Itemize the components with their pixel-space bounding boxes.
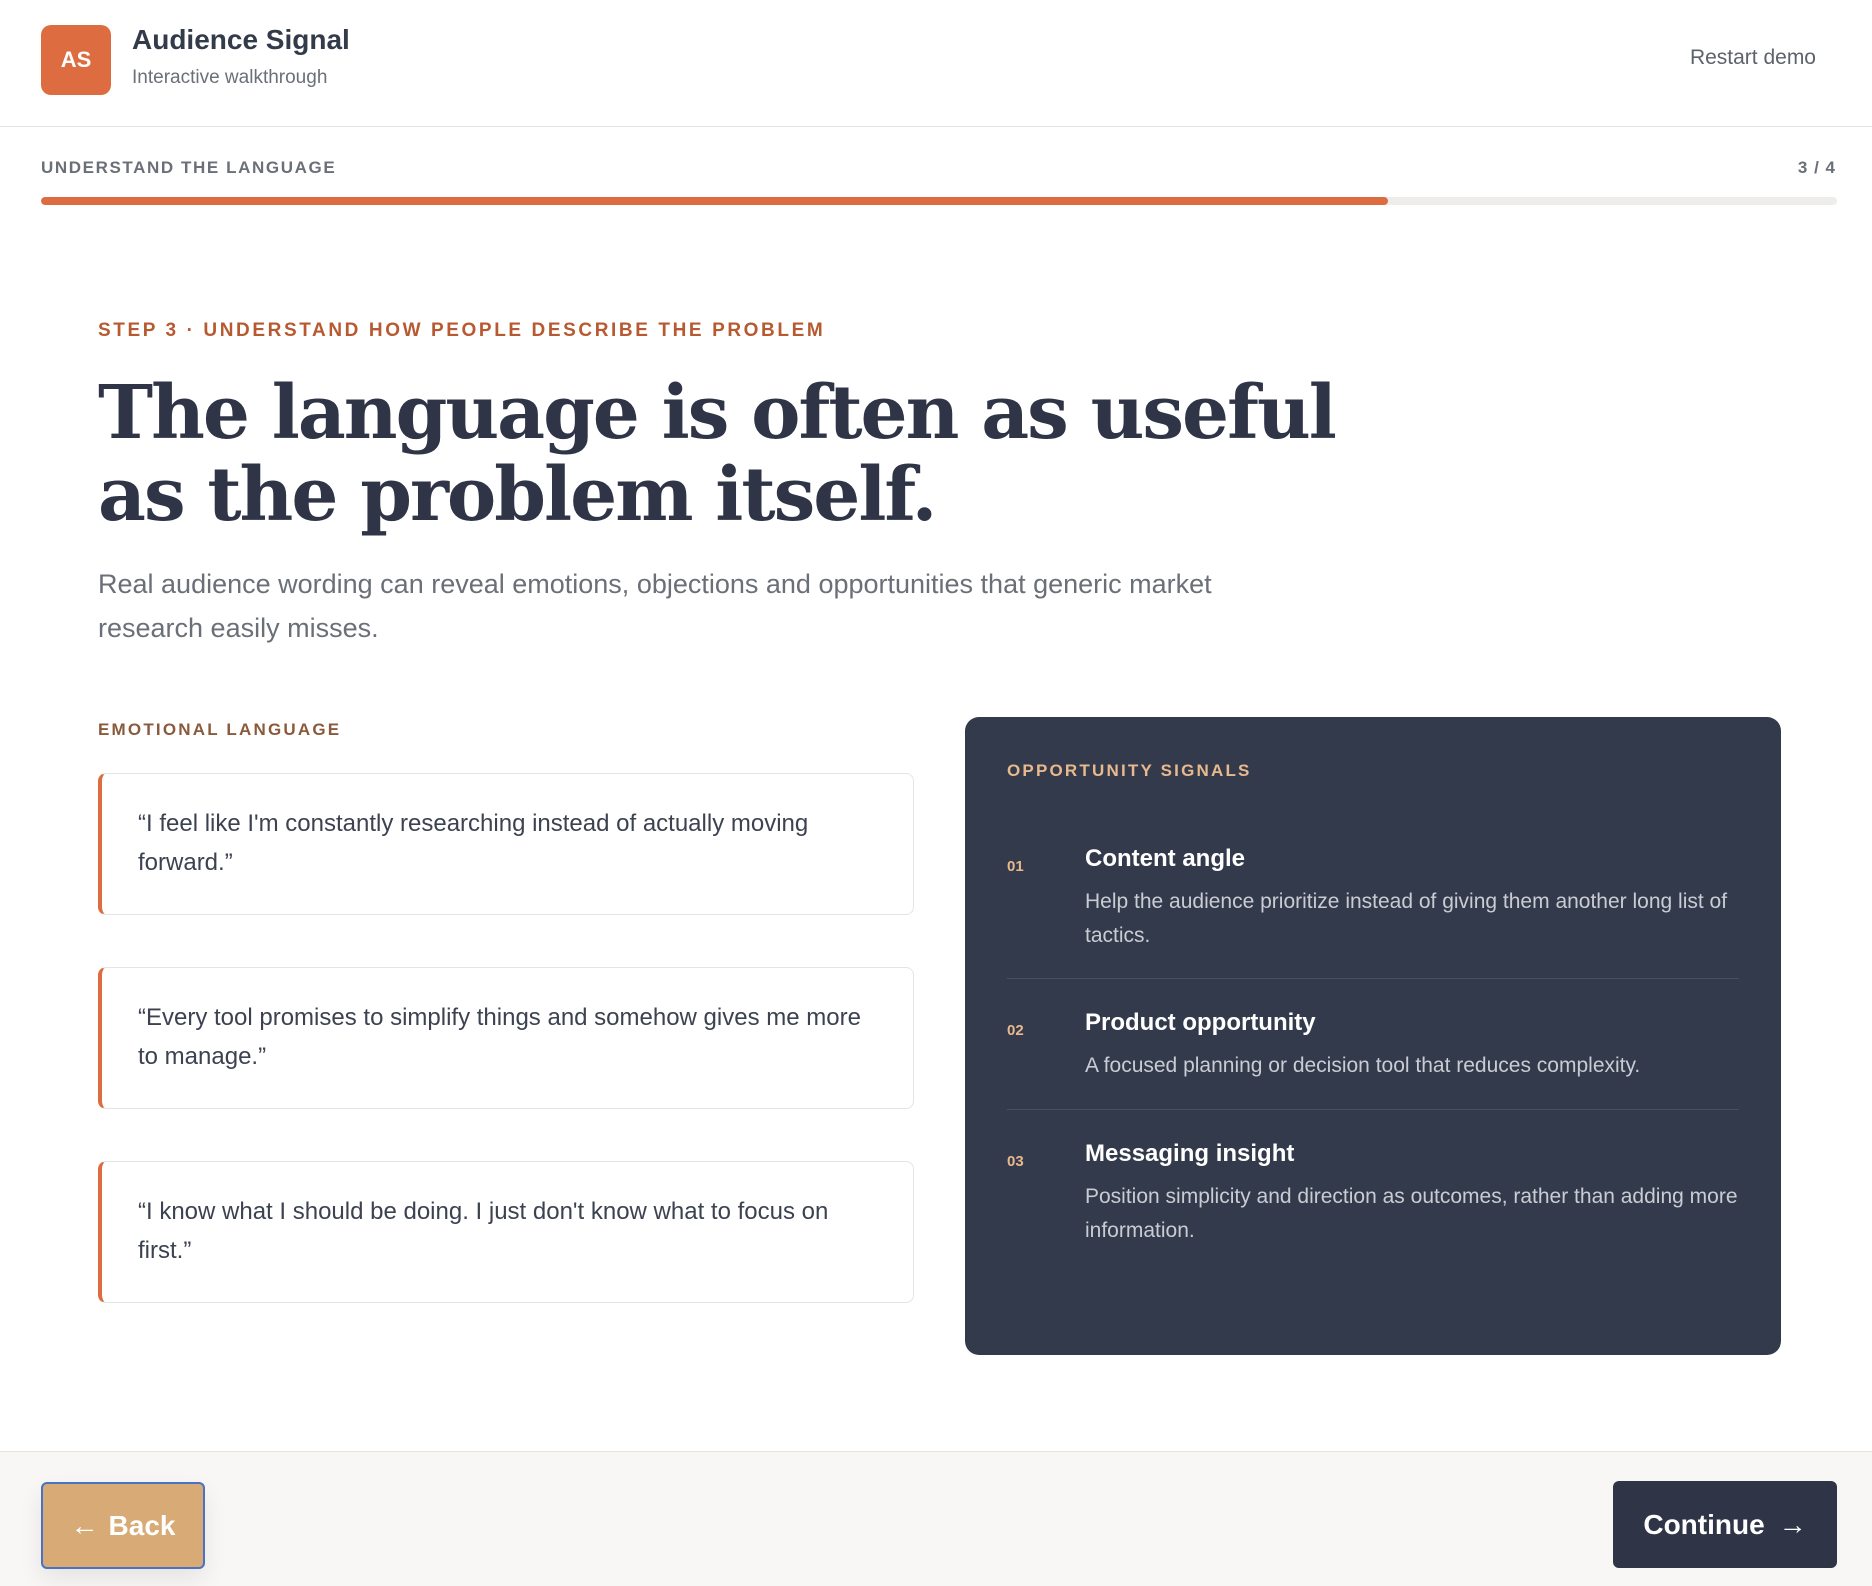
progress-bar-fill xyxy=(41,197,1388,205)
app-header: AS Audience Signal Interactive walkthrou… xyxy=(0,0,1872,127)
signal-title: Content angle xyxy=(1085,845,1245,872)
app-subtitle: Interactive walkthrough xyxy=(132,67,328,88)
app-logo: AS xyxy=(41,25,111,95)
signal-title: Messaging insight xyxy=(1085,1140,1295,1167)
quote-card: “I feel like I'm constantly researching … xyxy=(98,773,914,915)
opportunity-signals-label: OPPORTUNITY SIGNALS xyxy=(1007,761,1252,780)
back-button[interactable]: ← Back xyxy=(41,1482,205,1569)
divider xyxy=(1007,1109,1739,1110)
signal-number: 01 xyxy=(1007,858,1024,875)
progress-count: 3 / 4 xyxy=(1797,158,1836,177)
signal-number: 03 xyxy=(1007,1153,1024,1170)
progress-label: UNDERSTAND THE LANGUAGE xyxy=(41,158,337,177)
signal-description: Position simplicity and direction as out… xyxy=(1085,1185,1738,1242)
opportunity-signals-panel: OPPORTUNITY SIGNALS 01 Content angle Hel… xyxy=(965,717,1781,1355)
footer-nav: ← Back Continue → xyxy=(0,1451,1872,1586)
step-eyebrow: STEP 3 · UNDERSTAND HOW PEOPLE DESCRIBE … xyxy=(98,320,826,341)
signal-description: Help the audience prioritize instead of … xyxy=(1085,890,1728,947)
restart-demo-link[interactable]: Restart demo xyxy=(1690,46,1816,70)
page-lede: Real audience wording can reveal emotion… xyxy=(98,569,1212,643)
continue-button-label: Continue xyxy=(1643,1508,1765,1540)
signal-number: 02 xyxy=(1007,1022,1024,1039)
signal-description: A focused planning or decision tool that… xyxy=(1085,1054,1641,1077)
divider xyxy=(1007,978,1739,979)
arrow-left-icon: ← xyxy=(70,1509,99,1541)
quote-card: “Every tool promises to simplify things … xyxy=(98,967,914,1109)
back-button-label: Back xyxy=(108,1509,176,1541)
emotional-language-label: EMOTIONAL LANGUAGE xyxy=(98,720,342,739)
signal-title: Product opportunity xyxy=(1085,1009,1316,1036)
arrow-right-icon: → xyxy=(1778,1508,1807,1540)
progress-bar xyxy=(41,197,1837,205)
app-title: Audience Signal xyxy=(132,24,350,55)
quote-card: “I know what I should be doing. I just d… xyxy=(98,1161,914,1303)
continue-button[interactable]: Continue → xyxy=(1613,1481,1837,1568)
page-headline: The language is often as useful as the p… xyxy=(98,370,1337,538)
